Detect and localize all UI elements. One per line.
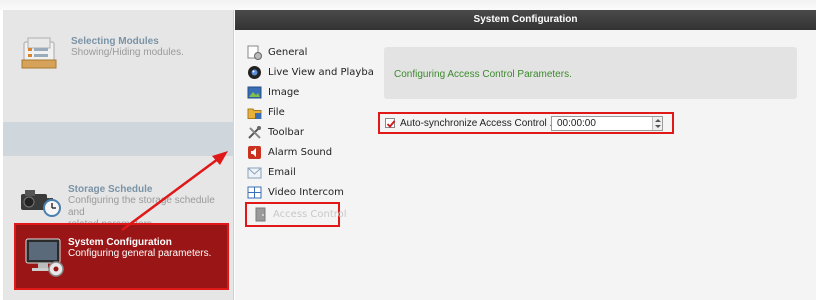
auto-sync-row: Auto-synchronize Access Control ... 00:0… [378,112,674,134]
module-separator-band [3,122,234,156]
access-control-icon [253,207,268,222]
nav-label-access-control: Access Control [273,209,347,220]
nav-item-toolbar[interactable]: Toolbar [241,124,381,142]
system-configuration-dialog: System Configuration General Live View a… [235,10,816,300]
nav-label-file: File [268,107,285,118]
system-configuration-desc: Configuring general parameters. [68,248,212,259]
module-selecting-modules[interactable]: Selecting Modules Showing/Hiding modules… [3,30,234,80]
nav-label-toolbar: Toolbar [268,127,305,138]
image-icon [247,85,262,100]
nav-item-file[interactable]: File [241,104,381,122]
info-box: Configuring Access Control Parameters. [384,47,797,99]
email-icon [247,165,262,180]
general-icon [247,45,262,60]
info-text: Configuring Access Control Parameters. [394,69,572,80]
video-intercom-icon [247,185,262,200]
nav-item-live-view-and-playback[interactable]: Live View and Playback [241,64,385,82]
nav-item-general[interactable]: General [241,44,381,62]
nav-label-image: Image [268,87,300,98]
storage-schedule-title: Storage Schedule [68,184,153,195]
nav-item-alarm-sound[interactable]: Alarm Sound [241,144,381,162]
auto-sync-label: Auto-synchronize Access Control ... [400,118,558,129]
nav-label-general: General [268,47,308,58]
system-configuration-icon [24,233,66,279]
nav-item-image[interactable]: Image [241,84,381,102]
sync-time-value: 00:00:00 [557,118,596,129]
storage-schedule-desc-line1: Configuring the storage schedule and [68,195,215,218]
selecting-modules-icon [20,36,60,70]
live-view-icon [247,65,262,80]
config-content-area: Configuring Access Control Parameters. A… [374,30,816,300]
nav-item-video-intercom[interactable]: Video Intercom [241,184,381,202]
selecting-modules-title: Selecting Modules [71,36,159,47]
auto-sync-checkbox[interactable] [385,118,396,128]
spinner-up-icon[interactable] [655,119,661,122]
alarm-sound-icon [247,145,262,160]
time-spinner[interactable] [652,117,662,130]
top-shadow-band [0,0,816,10]
nav-item-access-control[interactable]: Access Control [245,202,347,227]
module-storage-schedule[interactable]: Storage Schedule Configuring the storage… [3,182,234,230]
dialog-titlebar[interactable]: System Configuration [235,10,816,30]
selecting-modules-desc: Showing/Hiding modules. [71,47,184,58]
checkmark-icon [386,120,396,128]
storage-schedule-icon [19,186,63,218]
toolbar-icon [247,125,262,140]
file-icon [247,105,262,120]
system-configuration-title: System Configuration [68,237,172,248]
spinner-down-icon[interactable] [655,125,661,128]
nav-label-alarm-sound: Alarm Sound [268,147,333,158]
nav-item-email[interactable]: Email [241,164,381,182]
nav-label-live-view-and-playback: Live View and Playback [268,67,386,78]
sync-time-input[interactable]: 00:00:00 [551,116,663,131]
dialog-title: System Configuration [473,14,578,25]
nav-label-email: Email [268,167,296,178]
module-system-configuration[interactable]: System Configuration Configuring general… [14,223,229,290]
nav-label-video-intercom: Video Intercom [268,187,344,198]
